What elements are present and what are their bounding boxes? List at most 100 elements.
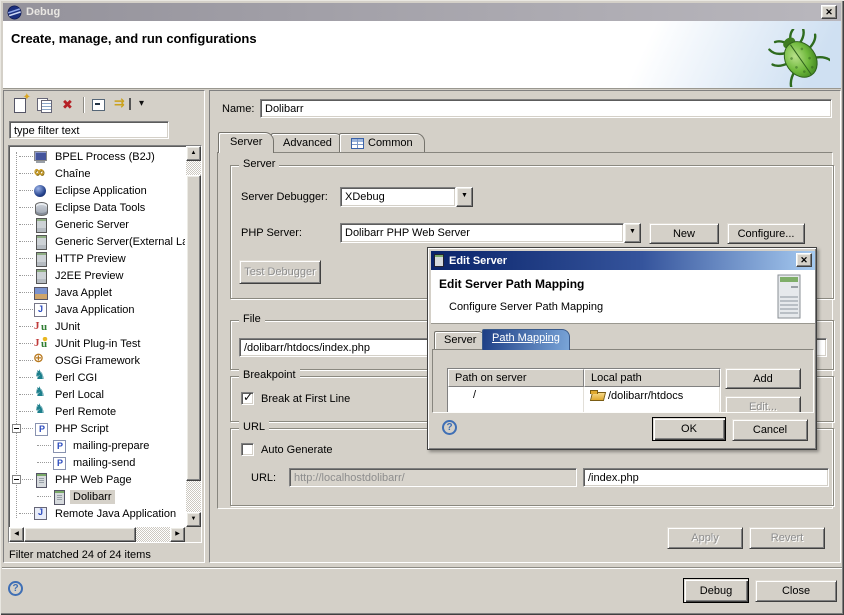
dialog-close-button[interactable]: ✕ (796, 253, 812, 267)
toolbar-menu-arrow-icon[interactable] (135, 97, 155, 115)
scroll-right-icon[interactable]: ▶ (170, 527, 185, 542)
server-path-cell: / (448, 387, 584, 404)
server-icon (33, 235, 49, 249)
collapse-all-icon[interactable] (89, 96, 109, 114)
collapse-expander-icon[interactable] (12, 424, 21, 433)
php-server-select[interactable]: Dolibarr PHP Web Server (340, 223, 641, 243)
tab-advanced-label: Advanced (283, 137, 332, 149)
auto-generate-checkbox[interactable] (241, 443, 254, 456)
tree-item-junit[interactable]: JUnit (9, 318, 185, 335)
chevron-down-icon[interactable] (624, 223, 641, 243)
path-mapping-panel: Path on server Local path //dolibarr/htd… (432, 349, 814, 413)
column-local-path[interactable]: Local path (584, 369, 720, 387)
vscroll-thumb[interactable] (186, 175, 201, 481)
dialog-tab-server[interactable]: Server (434, 331, 486, 349)
add-mapping-button[interactable]: Add (725, 368, 801, 389)
tab-server[interactable]: Server (218, 132, 274, 153)
tree-item-perl-remote[interactable]: Perl Remote (9, 403, 185, 420)
column-path-on-server[interactable]: Path on server (448, 369, 584, 387)
window-close-button[interactable]: ✕ (821, 5, 837, 19)
tree-item-label: Remote Java Application (52, 507, 179, 521)
dialog-tab-path-mapping[interactable]: Path Mapping (482, 329, 570, 350)
table-row[interactable]: //dolibarr/htdocs (448, 387, 720, 404)
filter-configurations-icon[interactable] (113, 96, 133, 114)
collapse-expander-icon[interactable] (12, 475, 21, 484)
server-icon (434, 254, 444, 267)
tree-connector (19, 241, 33, 242)
tree-item-php-web-page[interactable]: PHP Web Page (9, 471, 185, 488)
tree-item-junit-plug-in-test[interactable]: JUnit Plug-in Test (9, 335, 185, 352)
tree-item-php-script[interactable]: PHP Script (9, 420, 185, 437)
cancel-button[interactable]: Cancel (732, 419, 808, 441)
tree-item-dolibarr[interactable]: Dolibarr (9, 488, 185, 505)
dialog-titlebar[interactable]: Edit Server ✕ (431, 251, 815, 270)
tree-item-generic-server[interactable]: Generic Server (9, 216, 185, 233)
eclipse-logo-icon (7, 5, 22, 20)
server-tower-icon (773, 274, 805, 323)
chevron-down-icon[interactable] (456, 187, 473, 207)
new-configuration-icon[interactable] (11, 96, 31, 114)
test-debugger-button[interactable]: Test Debugger (239, 260, 321, 284)
ok-button[interactable]: OK (652, 417, 726, 441)
close-button[interactable]: Close (755, 580, 837, 602)
name-input[interactable]: Dolibarr (260, 99, 832, 118)
delete-configuration-icon[interactable] (59, 96, 79, 114)
scroll-left-icon[interactable]: ◀ (9, 527, 24, 542)
tab-advanced[interactable]: Advanced (271, 133, 344, 152)
tree-item-bpel-process-b2j-[interactable]: BPEL Process (B2J) (9, 148, 185, 165)
tree-item-mailing-send[interactable]: mailing-send (9, 454, 185, 471)
debug-button[interactable]: Debug (683, 578, 749, 603)
url-path-input[interactable]: /index.php (583, 468, 829, 487)
tree-connector (19, 479, 33, 480)
new-server-button[interactable]: New (649, 223, 719, 244)
config-type-panel: type filter text BPEL Process (B2J)Chaîn… (3, 90, 205, 563)
tree-item-j2ee-preview[interactable]: J2EE Preview (9, 267, 185, 284)
tree-item-perl-local[interactable]: Perl Local (9, 386, 185, 403)
tree-item-cha-ne[interactable]: Chaîne (9, 165, 185, 182)
apply-button[interactable]: Apply (667, 527, 743, 549)
revert-button[interactable]: Revert (749, 527, 825, 549)
tree-item-http-preview[interactable]: HTTP Preview (9, 250, 185, 267)
tree-item-label: BPEL Process (B2J) (52, 150, 158, 164)
tree-connector (19, 394, 33, 395)
folder-icon (590, 389, 605, 400)
tab-common[interactable]: Common (339, 133, 425, 152)
tree-item-eclipse-application[interactable]: Eclipse Application (9, 182, 185, 199)
duplicate-configuration-icon[interactable] (35, 96, 55, 114)
applet-icon (33, 286, 49, 300)
configuration-tree: BPEL Process (B2J)ChaîneEclipse Applicat… (8, 145, 202, 543)
tree-hscrollbar[interactable]: ◀ ▶ (9, 527, 185, 542)
tree-connector (19, 326, 33, 327)
filter-input[interactable]: type filter text (9, 121, 169, 139)
tree-item-remote-java-application[interactable]: Remote Java Application (9, 505, 185, 522)
window-titlebar[interactable]: Debug ✕ (3, 3, 841, 21)
tab-common-label: Common (368, 137, 413, 149)
tree-vscrollbar[interactable]: ▲ ▼ (186, 146, 201, 527)
dialog-help-icon[interactable] (442, 420, 457, 435)
break-first-line-checkbox[interactable] (241, 392, 254, 405)
tree-connector (19, 190, 33, 191)
tree-item-java-application[interactable]: Java Application (9, 301, 185, 318)
configure-server-button[interactable]: Configure... (727, 223, 805, 244)
tree-item-label: JUnit Plug-in Test (52, 337, 143, 351)
help-icon[interactable] (8, 581, 23, 596)
tree-item-eclipse-data-tools[interactable]: Eclipse Data Tools (9, 199, 185, 216)
tree-item-mailing-prepare[interactable]: mailing-prepare (9, 437, 185, 454)
tree-item-java-applet[interactable]: Java Applet (9, 284, 185, 301)
edit-mapping-button[interactable]: Edit... (725, 396, 801, 413)
scroll-down-icon[interactable]: ▼ (186, 512, 201, 527)
url-base-input[interactable]: http://localhostdolibarr/ (289, 468, 577, 487)
tree-connector (19, 258, 33, 259)
tab-server-label: Server (230, 136, 262, 148)
tree-connector (19, 377, 33, 378)
hscroll-thumb[interactable] (24, 527, 136, 542)
tree-item-generic-server-external-la[interactable]: Generic Server(External La (9, 233, 185, 250)
server-icon (33, 218, 49, 232)
scroll-up-icon[interactable]: ▲ (186, 146, 201, 161)
footer-separator (2, 567, 842, 569)
server-debugger-select[interactable]: XDebug (340, 187, 473, 207)
tree-item-label: HTTP Preview (52, 252, 129, 266)
tree-item-osgi-framework[interactable]: OSGi Framework (9, 352, 185, 369)
tree-item-label: mailing-send (70, 456, 138, 470)
tree-item-perl-cgi[interactable]: Perl CGI (9, 369, 185, 386)
